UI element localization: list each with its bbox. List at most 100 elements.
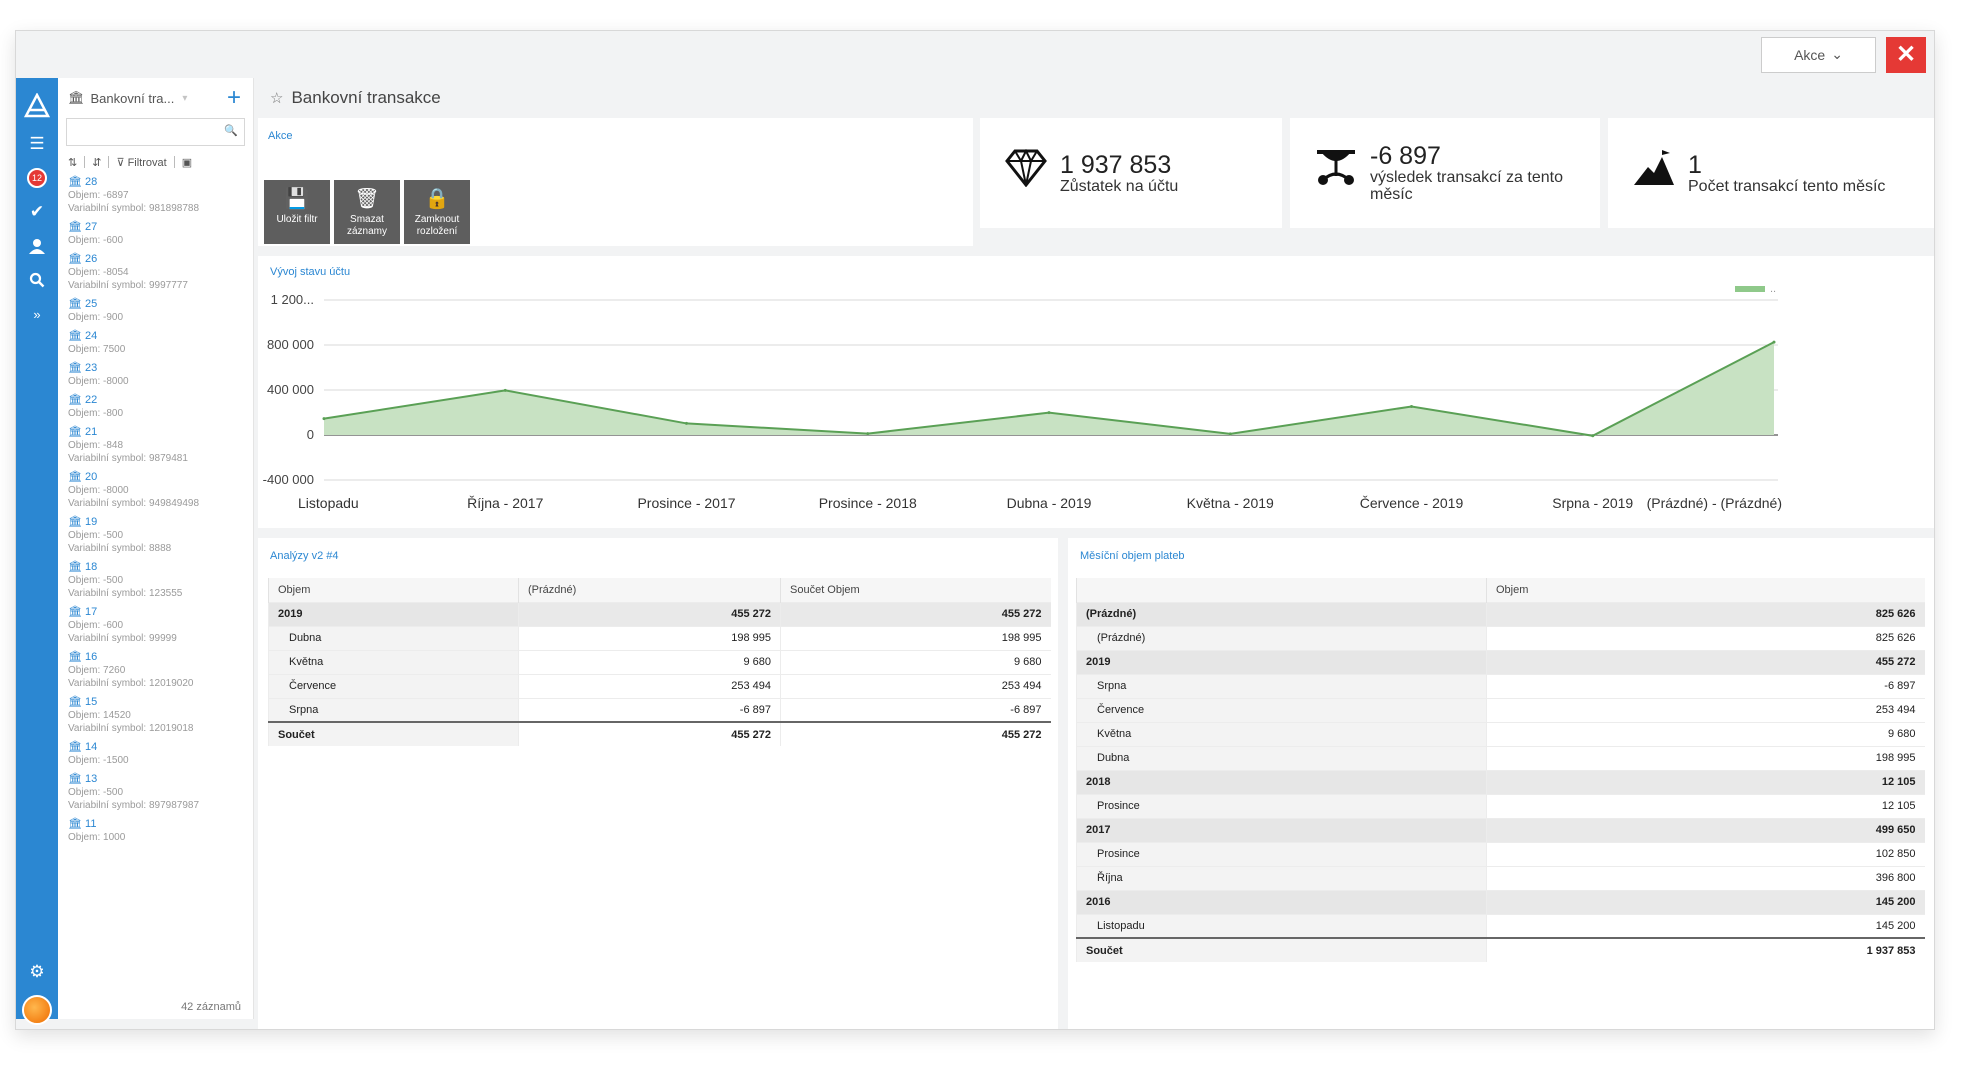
row-label: 2016 xyxy=(1076,889,1487,914)
monthly-volume-panel: Měsíční objem plateb Objem (Prázdné) 825 … xyxy=(1068,538,1934,1029)
list-title[interactable]: Bankovní tra... xyxy=(91,91,175,106)
table-row[interactable]: Října 396 800 xyxy=(1076,865,1925,890)
sort-desc-icon[interactable]: ⇵ xyxy=(92,156,101,169)
menu-icon[interactable]: ☰ xyxy=(16,130,58,158)
list-item[interactable]: 🏛 17 Objem: -600 Variabilní symbol: 99999 xyxy=(58,604,253,649)
list-item[interactable]: 🏛 25 Objem: -900 xyxy=(58,296,253,328)
add-record-button[interactable]: + xyxy=(227,86,241,110)
table-row[interactable]: Součet 1 937 853 xyxy=(1076,937,1925,962)
column-header[interactable]: Objem xyxy=(268,578,519,602)
list-item[interactable]: 🏛 20 Objem: -8000 Variabilní symbol: 94984… xyxy=(58,469,253,514)
data-point[interactable] xyxy=(866,432,870,436)
users-icon[interactable] xyxy=(16,232,58,260)
expand-icon[interactable]: » xyxy=(16,300,58,328)
list-item[interactable]: 🏛 19 Objem: -500 Variabilní symbol: 8888 xyxy=(58,514,253,559)
delete-records-button[interactable]: 🗑 Smazat záznamy xyxy=(334,180,400,244)
cell-value: 9 680 xyxy=(780,649,1051,674)
list-item[interactable]: 🏛 16 Objem: 7260 Variabilní symbol: 120190… xyxy=(58,649,253,694)
record-id-text: 24 xyxy=(85,330,98,342)
x-tick-label: Května - 2019 xyxy=(1187,495,1274,511)
search-icon[interactable] xyxy=(16,266,58,294)
data-point[interactable] xyxy=(1772,340,1776,344)
akce-dropdown-button[interactable]: Akce ⌄ xyxy=(1761,36,1876,73)
table-row[interactable]: Července 253 494 xyxy=(1076,697,1925,722)
record-id-text: 20 xyxy=(85,471,98,483)
table-row[interactable]: Srpna -6 897 xyxy=(1076,673,1925,698)
table-row[interactable]: (Prázdné) 825 626 xyxy=(1076,601,1925,626)
data-point[interactable] xyxy=(503,388,507,392)
gear-icon[interactable]: ⚙ xyxy=(16,958,58,986)
monthly-title: Měsíční objem plateb xyxy=(1080,550,1185,562)
table-row[interactable]: Dubna 198 995 xyxy=(1076,745,1925,770)
record-detail: Objem: -500 xyxy=(68,787,124,798)
list-header: 🏛 Bankovní tra... ▾ + xyxy=(58,78,253,118)
table-row[interactable]: Dubna 198 995 198 995 xyxy=(268,625,1051,650)
column-header[interactable]: Objem xyxy=(1486,578,1925,602)
record-detail: Variabilní symbol: 12019020 xyxy=(68,678,194,689)
table-row[interactable]: Května 9 680 9 680 xyxy=(268,649,1051,674)
lock-layout-button[interactable]: 🔒 Zamknout rozložení xyxy=(404,180,470,244)
close-button[interactable]: ✕ xyxy=(1886,36,1926,73)
table-row[interactable]: Května 9 680 xyxy=(1076,721,1925,746)
table-row[interactable]: Srpna -6 897 -6 897 xyxy=(268,697,1051,722)
list-item[interactable]: 🏛 26 Objem: -8054 Variabilní symbol: 99977… xyxy=(58,251,253,296)
column-header[interactable] xyxy=(1076,578,1487,602)
table-row[interactable]: 2019 455 272 xyxy=(1076,649,1925,674)
column-header[interactable]: Součet Objem xyxy=(780,578,1051,602)
bank-icon: 🏛 xyxy=(68,561,86,573)
list-item[interactable]: 🏛 23 Objem: -8000 xyxy=(58,360,253,392)
list-item[interactable]: 🏛 22 Objem: -800 xyxy=(58,392,253,424)
notifications-icon[interactable]: 12 xyxy=(16,164,58,192)
table-row[interactable]: 2019 455 272 455 272 xyxy=(268,601,1051,626)
star-icon[interactable]: ☆ xyxy=(270,89,283,107)
list-toolbar: ⇅ ⇵ ⊽ Filtrovat ▣ xyxy=(58,150,253,174)
data-point[interactable] xyxy=(1410,404,1413,408)
list-item[interactable]: 🏛 13 Objem: -500 Variabilní symbol: 897987… xyxy=(58,771,253,816)
table-row[interactable]: (Prázdné) 825 626 xyxy=(1076,625,1925,650)
row-label: Července xyxy=(1076,697,1487,722)
table-row[interactable]: 2018 12 105 xyxy=(1076,769,1925,794)
data-point[interactable] xyxy=(1047,411,1051,415)
stat-value: 1 937 853 xyxy=(1060,150,1172,179)
avatar-button[interactable] xyxy=(16,990,58,1029)
bank-icon: 🏛 xyxy=(68,471,86,483)
cell-value: 253 494 xyxy=(780,673,1051,698)
app-logo-icon[interactable] xyxy=(16,86,58,126)
list-item[interactable]: 🏛 27 Objem: -600 xyxy=(58,219,253,251)
table-row[interactable]: Července 253 494 253 494 xyxy=(268,673,1051,698)
data-point[interactable] xyxy=(322,417,326,421)
list-item[interactable]: 🏛 21 Objem: -848 Variabilní symbol: 987948… xyxy=(58,424,253,469)
balance-icon xyxy=(1310,148,1362,198)
sort-asc-icon[interactable]: ⇅ xyxy=(68,156,77,169)
filter-button[interactable]: ⊽ Filtrovat xyxy=(116,156,166,169)
list-item[interactable]: 🏛 14 Objem: -1500 xyxy=(58,739,253,771)
cell-value: 455 272 xyxy=(518,721,781,746)
legend-label[interactable]: .. xyxy=(1770,283,1776,295)
chevron-down-icon[interactable]: ▾ xyxy=(182,93,187,104)
window-controls: Akce ⌄ ✕ xyxy=(1761,31,1926,78)
list-item[interactable]: 🏛 18 Objem: -500 Variabilní symbol: 123555 xyxy=(58,559,253,604)
table-row[interactable]: Prosince 12 105 xyxy=(1076,793,1925,818)
list-item[interactable]: 🏛 15 Objem: 14520 Variabilní symbol: 12019… xyxy=(58,694,253,739)
record-detail: Variabilní symbol: 12019018 xyxy=(68,723,194,734)
save-filter-button[interactable]: 💾 Uložit filtr xyxy=(264,180,330,244)
table-row[interactable]: 2017 499 650 xyxy=(1076,817,1925,842)
check-icon[interactable]: ✔ xyxy=(16,198,58,226)
data-point[interactable] xyxy=(1591,434,1595,438)
list-item[interactable]: 🏛 28 Objem: -6897 Variabilní symbol: 98189… xyxy=(58,174,253,219)
table-row[interactable]: Součet 455 272 455 272 xyxy=(268,721,1051,746)
search-input[interactable] xyxy=(67,119,244,145)
list-item[interactable]: 🏛 11 Objem: 1000 xyxy=(58,816,253,848)
data-point[interactable] xyxy=(685,421,688,425)
x-tick-label: Listopadu xyxy=(298,495,359,511)
calendar-icon[interactable]: ▣ xyxy=(182,156,192,169)
column-header[interactable]: (Prázdné) xyxy=(518,578,781,602)
list-item[interactable]: 🏛 24 Objem: 7500 xyxy=(58,328,253,360)
table-row[interactable]: Prosince 102 850 xyxy=(1076,841,1925,866)
legend-swatch[interactable] xyxy=(1735,286,1765,292)
record-id-text: 28 xyxy=(85,176,98,188)
bank-icon: 🏛 xyxy=(68,221,86,233)
table-row[interactable]: Listopadu 145 200 xyxy=(1076,913,1925,938)
data-point[interactable] xyxy=(1228,432,1232,436)
table-row[interactable]: 2016 145 200 xyxy=(1076,889,1925,914)
